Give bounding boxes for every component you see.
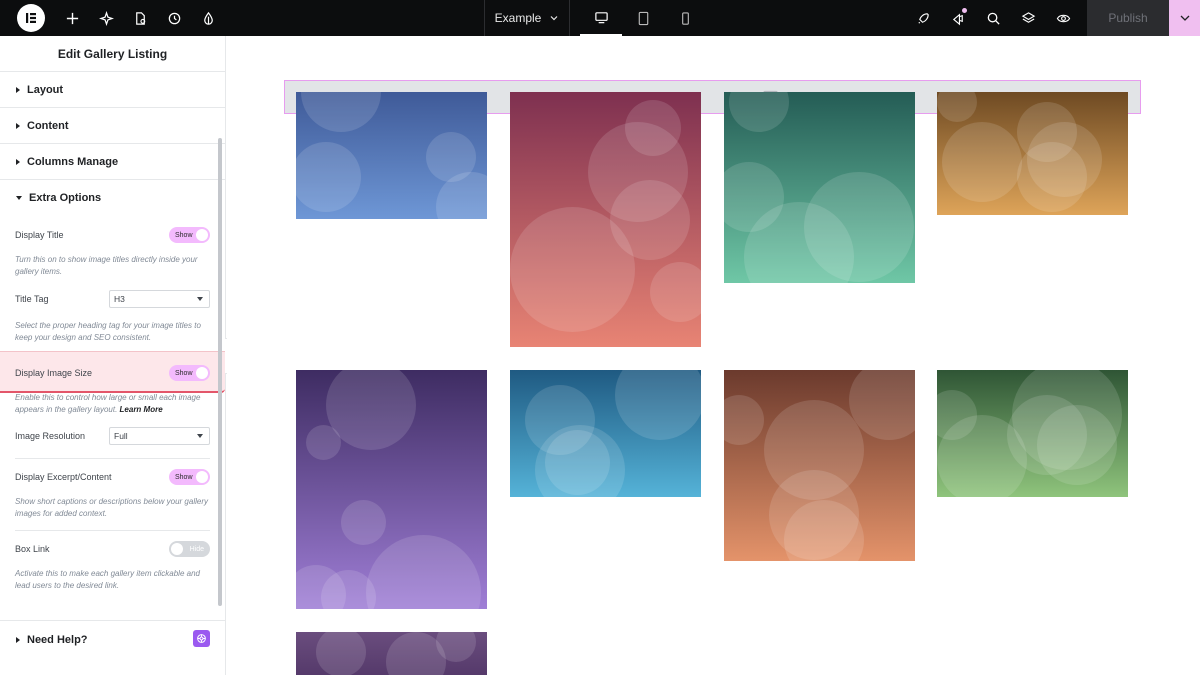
box-link-label: Box Link [15,544,50,554]
section-content[interactable]: Content [0,108,225,144]
select-value: Full [114,431,128,441]
section-columns-manage[interactable]: Columns Manage [0,144,225,180]
section-label: Extra Options [29,192,102,204]
editor-canvas [227,36,1200,675]
toggle-text: Show [175,369,193,377]
display-excerpt-toggle[interactable]: Show [169,469,210,485]
layers-icon[interactable] [1011,0,1046,36]
document-title-dropdown[interactable]: Example [484,0,570,36]
dropdown-arrow-icon [197,434,203,438]
need-help-section[interactable]: Need Help? [0,620,225,659]
gallery-item[interactable] [296,632,487,675]
mobile-icon[interactable] [664,0,706,36]
toggle-knob [171,543,183,555]
image-resolution-select[interactable]: Full [109,427,210,445]
section-extra-options[interactable]: Extra Options [0,180,225,216]
history-icon[interactable] [157,0,191,36]
gallery-item[interactable] [510,370,701,497]
toggle-knob [196,229,208,241]
image-resolution-control: Image Resolution Full [15,427,210,445]
display-title-label: Display Title [15,230,64,240]
notifications-icon[interactable] [941,0,976,36]
box-link-toggle[interactable]: Hide [169,541,210,557]
display-title-toggle[interactable]: Show [169,227,210,243]
document-title: Example [494,11,542,25]
rocket-icon[interactable] [906,0,941,36]
display-title-description: Turn this on to show image titles direct… [15,255,198,276]
caret-right-icon [16,122,20,129]
select-value: H3 [114,294,125,304]
description-text: Enable this to control how large or smal… [15,393,201,414]
image-resolution-label: Image Resolution [15,431,86,441]
title-tag-control: Title Tag H3 [15,290,210,308]
display-image-size-toggle[interactable]: Show [169,365,210,381]
box-link-control: Box Link Hide [15,541,210,557]
display-image-size-control: Display Image Size Show [15,365,210,381]
caret-right-icon [16,637,20,643]
chevron-down-icon [1180,15,1189,21]
learn-more-link[interactable]: Learn More [120,405,163,414]
section-label: Content [27,119,69,132]
caret-down-icon [16,196,22,200]
divider [15,458,210,459]
title-tag-description: Select the proper heading tag for your i… [15,321,201,342]
help-icon[interactable] [193,630,210,647]
tablet-icon[interactable] [622,0,664,36]
need-help-label: Need Help? [27,634,88,646]
panel-scrollbar[interactable] [218,138,222,606]
add-icon[interactable] [55,0,89,36]
publish-button[interactable]: Publish [1087,0,1169,36]
section-label: Columns Manage [27,155,119,168]
section-layout[interactable]: Layout [0,72,225,108]
topbar-center: Example [484,0,706,36]
display-image-size-description: Enable this to control how large or smal… [15,392,210,415]
theme-style-icon[interactable] [191,0,225,36]
gallery-item[interactable] [296,370,487,609]
toggle-text: Show [175,231,193,239]
notification-dot [962,8,967,13]
gallery-item[interactable] [724,370,915,561]
publish-options-button[interactable] [1169,0,1200,36]
toggle-text: Hide [189,545,204,553]
gallery-item[interactable] [296,92,487,219]
toggle-knob [196,471,208,483]
gallery-item[interactable] [510,92,701,347]
divider [15,530,210,531]
gallery-item[interactable] [937,92,1128,215]
editor-topbar: Example Publish [0,0,1200,36]
caret-right-icon [16,86,20,93]
elementor-logo-icon[interactable] [17,4,45,32]
title-tag-label: Title Tag [15,294,49,304]
title-tag-select[interactable]: H3 [109,290,210,308]
desktop-icon[interactable] [580,0,622,36]
display-excerpt-label: Display Excerpt/Content [15,472,112,482]
dropdown-arrow-icon [197,297,203,301]
gallery-item[interactable] [724,92,915,283]
display-excerpt-control: Display Excerpt/Content Show [15,469,210,485]
display-image-size-label: Display Image Size [15,368,93,378]
topbar-right-tools: Publish [906,0,1200,36]
ai-sparkle-icon[interactable] [89,0,123,36]
gallery-item[interactable] [937,370,1128,497]
section-label: Layout [27,83,64,96]
preview-eye-icon[interactable] [1046,0,1081,36]
page-settings-icon[interactable] [123,0,157,36]
panel-title: Edit Gallery Listing [0,36,225,72]
chevron-down-icon [550,16,558,21]
toggle-text: Show [175,473,193,481]
box-link-description: Activate this to make each gallery item … [15,569,200,590]
caret-right-icon [16,158,20,165]
display-excerpt-description: Show short captions or descriptions belo… [15,497,208,518]
display-title-control: Display Title Show [15,227,210,243]
toggle-knob [196,367,208,379]
search-icon[interactable] [976,0,1011,36]
topbar-left-tools [0,0,225,36]
